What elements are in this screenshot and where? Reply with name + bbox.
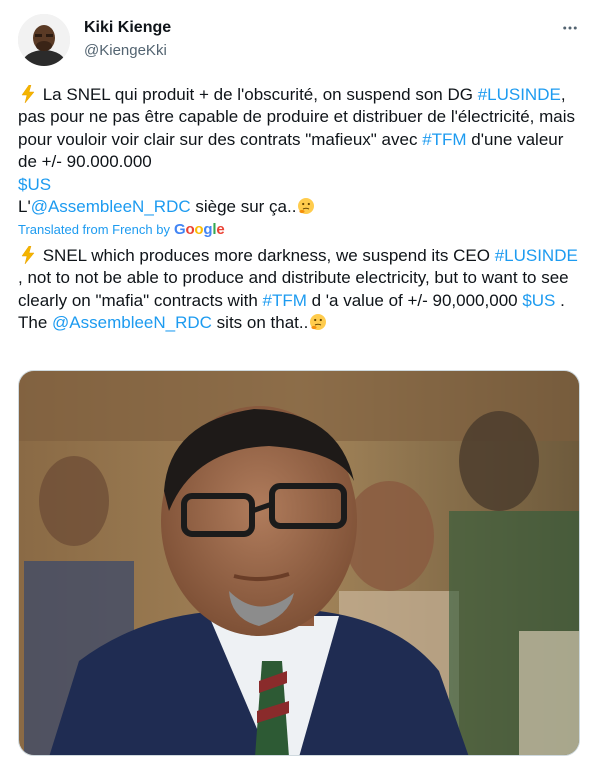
author-names: Kiki Kienge @KiengeKki bbox=[84, 18, 171, 61]
mention-assemblee-link[interactable]: @AssembleeN_RDC bbox=[31, 197, 191, 216]
translation-label: Translated from French by bbox=[18, 222, 170, 237]
tweet-fr-text-1: La SNEL qui produit + de l'obscurité, on… bbox=[38, 85, 478, 104]
cashtag-us-link[interactable]: $US bbox=[18, 175, 51, 194]
author-display-name[interactable]: Kiki Kienge bbox=[84, 18, 171, 38]
tweet-fr-text-4-prefix: L' bbox=[18, 197, 31, 217]
tweet-en-text-3: d 'a value of +/- 90,000,000 bbox=[306, 290, 523, 310]
high-voltage-emoji bbox=[21, 246, 35, 264]
author-handle[interactable]: @KiengeKki bbox=[84, 41, 171, 61]
hashtag-tfm-link[interactable]: #TFM bbox=[422, 130, 466, 149]
hashtag-lusinde-link[interactable]: #LUSINDE bbox=[478, 85, 561, 104]
hashtag-tfm-link[interactable]: #TFM bbox=[263, 291, 307, 310]
tweet-fr-text-4: siège sur ça.. bbox=[190, 197, 297, 217]
google-logo: Google bbox=[173, 221, 225, 238]
mention-assemblee-link[interactable]: @AssembleeN_RDC bbox=[52, 313, 212, 332]
translated-from-french-link[interactable]: Translated from French by Google bbox=[18, 221, 225, 238]
hashtag-lusinde-link[interactable]: #LUSINDE bbox=[495, 246, 578, 265]
tweet-en-text-4: sits on that.. bbox=[211, 313, 309, 333]
man-in-suit-photo bbox=[19, 371, 579, 755]
high-voltage-emoji bbox=[21, 85, 35, 103]
thinking-face-emoji bbox=[310, 314, 327, 331]
tweet-card[interactable]: Kiki Kienge @KiengeKki La SNEL qui produ… bbox=[0, 0, 598, 773]
tweet-header: Kiki Kienge @KiengeKki bbox=[18, 14, 582, 66]
tweet-en-text-1: SNEL which produces more darkness, we su… bbox=[38, 246, 495, 265]
tweet-en-text-4-prefix: The bbox=[18, 313, 53, 333]
tweet-text-english: SNEL which produces more darkness, we su… bbox=[18, 245, 580, 335]
tweet-photo[interactable] bbox=[18, 370, 580, 756]
tweet-en-text-3-end: . bbox=[555, 290, 565, 310]
more-horizontal-icon[interactable] bbox=[558, 16, 582, 40]
avatar[interactable] bbox=[18, 14, 70, 66]
cashtag-us-link[interactable]: $US bbox=[522, 291, 555, 310]
tweet-text-french: La SNEL qui produit + de l'obscurité, on… bbox=[18, 84, 580, 218]
thinking-face-emoji bbox=[298, 198, 315, 215]
